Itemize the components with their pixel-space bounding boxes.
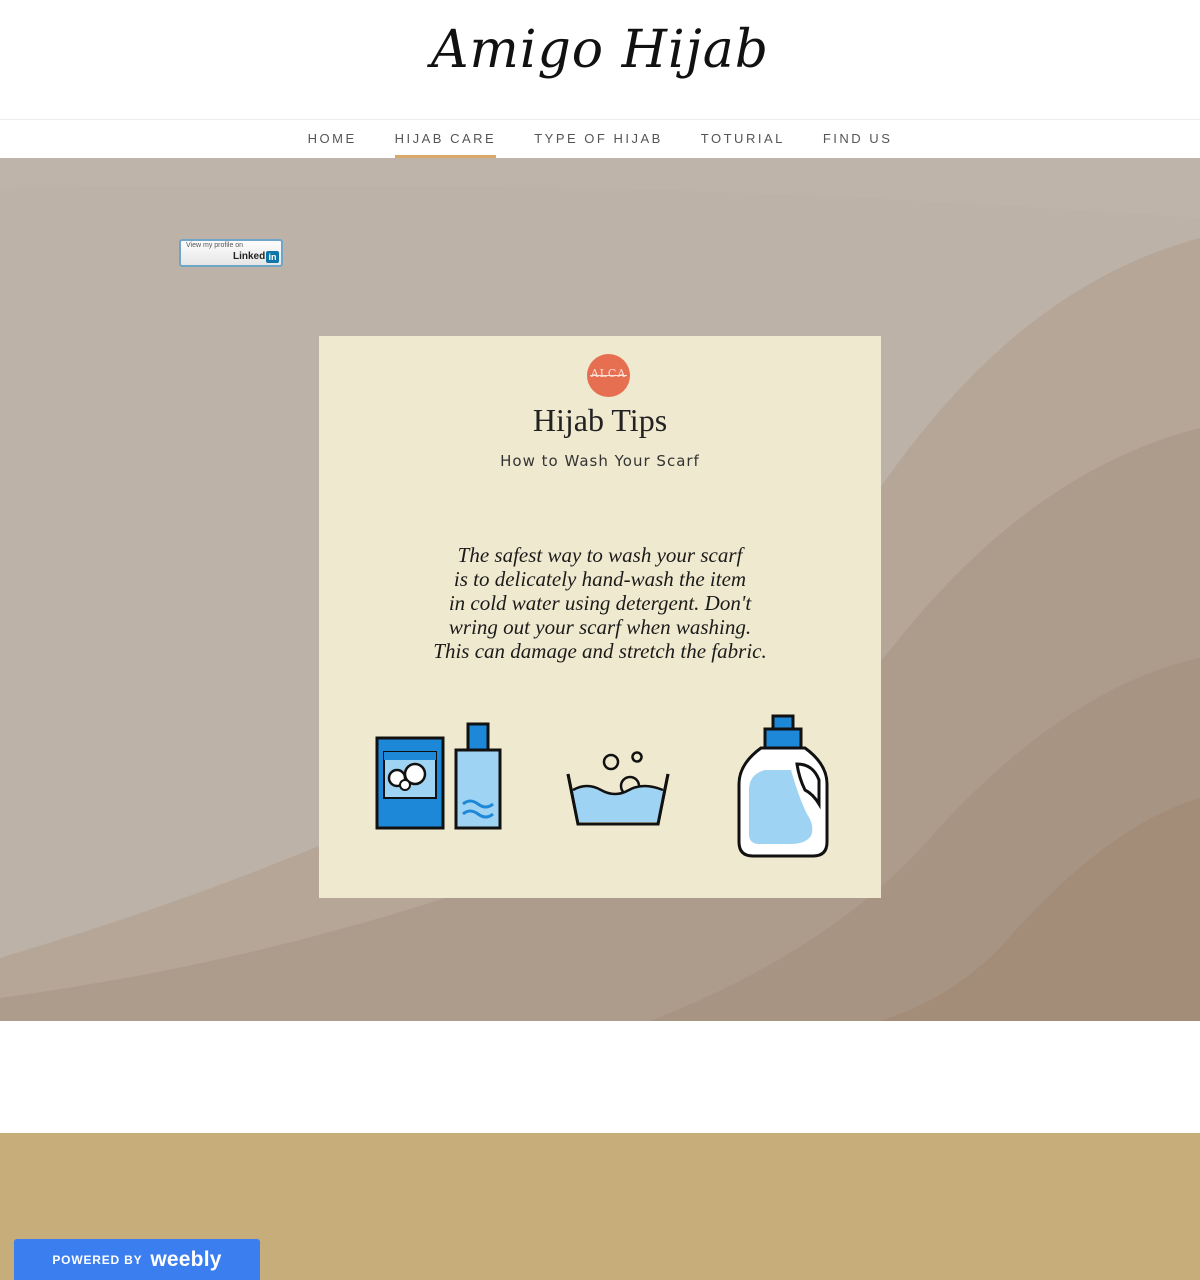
card-subtitle: How to Wash Your Scarf xyxy=(500,452,700,470)
detergent-jug-icon xyxy=(737,714,829,858)
nav-item-find-us[interactable]: FIND US xyxy=(804,120,912,158)
main-nav: HOME HIJAB CARE TYPE OF HIJAB TOTURIAL F… xyxy=(0,120,1200,158)
weebly-logo: weebly xyxy=(150,1247,222,1271)
card-title: Hijab Tips xyxy=(532,402,668,438)
linkedin-brand-text: Linked xyxy=(233,251,266,262)
body-line: wring out your scarf when washing. xyxy=(448,615,752,639)
nav-item-toturial[interactable]: TOTURIAL xyxy=(682,120,804,158)
hero-section: View my profile on Linked in ALCA Hijab … xyxy=(0,158,1200,1021)
linkedin-profile-badge[interactable]: View my profile on Linked in xyxy=(179,239,283,267)
nav-item-home[interactable]: HOME xyxy=(289,120,376,158)
hijab-tips-card: ALCA Hijab Tips How to Wash Your Scarf T… xyxy=(319,336,881,898)
card-body-text: The safest way to wash your scarf is to … xyxy=(395,543,805,663)
site-header: Amigo Hijab xyxy=(0,0,1200,120)
powered-by-weebly-badge[interactable]: POWERED BY weebly xyxy=(14,1239,260,1280)
logo-text: ALCA xyxy=(590,367,627,380)
detergent-box-and-bottle-icon xyxy=(375,722,502,830)
linkedin-in-icon: in xyxy=(266,251,279,263)
content-spacer xyxy=(0,1021,1200,1133)
site-title[interactable]: Amigo Hijab xyxy=(0,20,1200,80)
nav-item-type-of-hijab[interactable]: TYPE OF HIJAB xyxy=(515,120,682,158)
body-line: This can damage and stretch the fabric. xyxy=(433,639,767,663)
body-line: The safest way to wash your scarf xyxy=(457,543,743,567)
linkedin-badge-caption: View my profile on xyxy=(186,242,244,249)
body-line: is to delicately hand-wash the item xyxy=(453,567,747,591)
body-line: in cold water using detergent. Don't xyxy=(448,591,752,615)
weebly-powered-by-text: POWERED BY xyxy=(52,1252,143,1267)
nav-item-hijab-care[interactable]: HIJAB CARE xyxy=(376,120,516,158)
wash-basin-icon xyxy=(566,751,670,826)
alca-logo: ALCA xyxy=(587,354,630,397)
